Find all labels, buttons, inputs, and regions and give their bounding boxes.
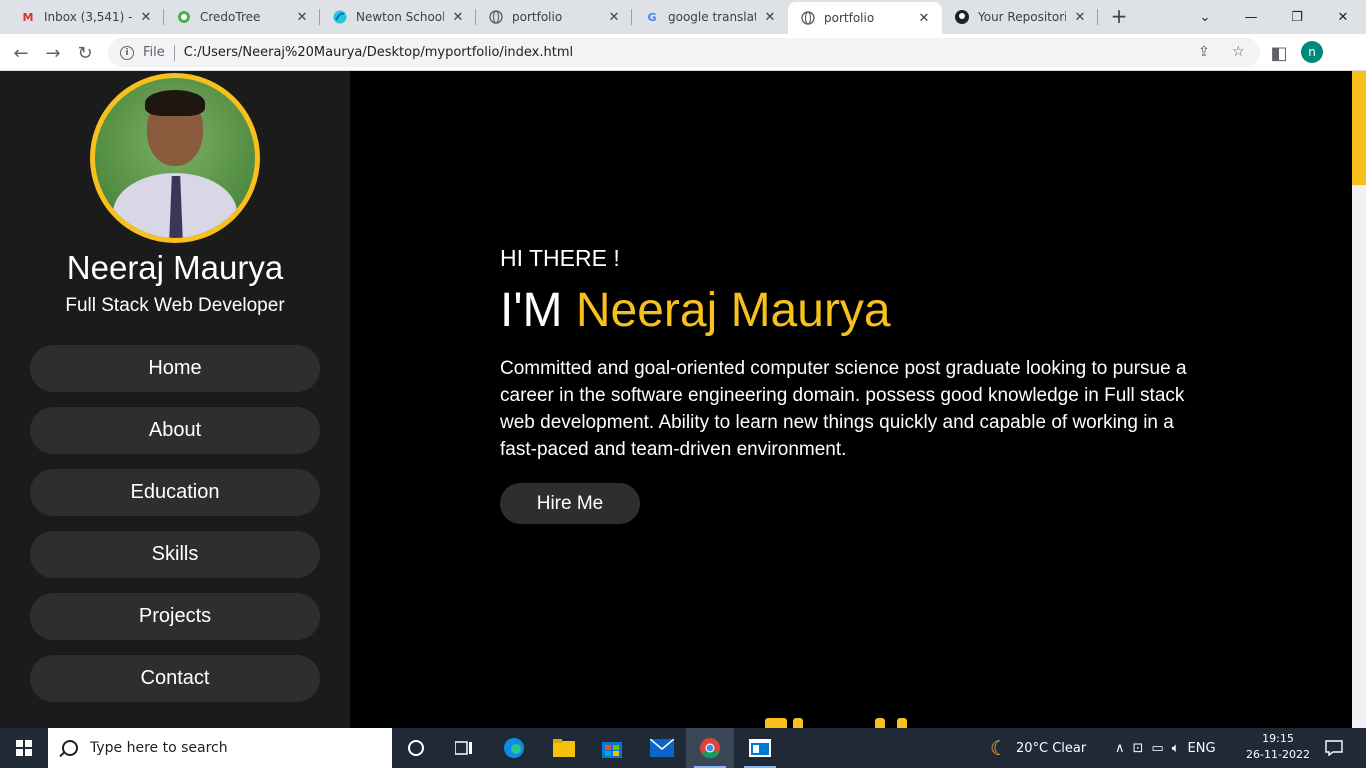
close-icon[interactable]: ✕ xyxy=(762,10,778,25)
close-window-button[interactable]: ✕ xyxy=(1320,0,1366,34)
tab-title: google translate xyxy=(668,10,756,24)
nav-projects[interactable]: Projects xyxy=(30,593,320,640)
microsoft-store-icon[interactable] xyxy=(588,728,636,768)
side-panel-icon[interactable]: ◧ xyxy=(1266,40,1292,66)
hero-heading-prefix: I'M xyxy=(500,284,563,337)
google-icon: G xyxy=(647,10,657,24)
hire-me-button[interactable]: Hire Me xyxy=(500,483,640,524)
tab-title: portfolio xyxy=(824,11,875,25)
restore-button[interactable]: ❐ xyxy=(1274,0,1320,34)
hero-heading-name: Neeraj Maurya xyxy=(575,284,891,337)
network-icon[interactable]: ⊡ xyxy=(1133,741,1144,756)
weather-text: 20°C Clear xyxy=(1015,740,1087,756)
nav-education[interactable]: Education xyxy=(30,469,320,516)
scheme-label: File xyxy=(143,45,165,60)
newton-icon xyxy=(332,9,348,25)
tab-search-button[interactable]: ⌄ xyxy=(1182,0,1228,34)
new-tab-button[interactable]: + xyxy=(1108,5,1130,27)
close-icon[interactable]: ✕ xyxy=(1072,10,1088,25)
language-indicator[interactable]: ENG xyxy=(1188,741,1216,756)
github-icon xyxy=(954,9,970,25)
tab-newton-school[interactable]: Newton School ✕ xyxy=(320,0,476,34)
edge-icon[interactable] xyxy=(490,728,538,768)
hero-heading: I'M Neeraj Maurya xyxy=(500,283,891,338)
url-text[interactable]: C:/Users/Neeraj%20Maurya/Desktop/myportf… xyxy=(184,45,573,60)
chevron-up-icon[interactable]: ∧ xyxy=(1115,741,1125,756)
windows-taskbar: Type here to search ☾ 20°C Clear ∧ ⊡ ▭ 🔈… xyxy=(0,728,1366,768)
task-view-icon[interactable] xyxy=(440,728,488,768)
clock-date: 26-11-2022 xyxy=(1246,748,1310,761)
battery-icon[interactable]: ▭ xyxy=(1151,741,1163,756)
share-icon[interactable]: ⇪ xyxy=(1198,44,1210,60)
weather-widget[interactable]: ☾ 20°C Clear xyxy=(990,728,1086,768)
profile-name: Neeraj Maurya xyxy=(66,249,284,286)
scrollbar-thumb[interactable] xyxy=(1352,71,1366,185)
minimize-button[interactable]: — xyxy=(1228,0,1274,34)
portfolio-page: Neeraj Maurya Full Stack Web Developer H… xyxy=(0,71,1366,728)
windows-start-icon[interactable] xyxy=(0,728,48,768)
tab-title: Newton School xyxy=(356,10,444,24)
hero-bio: Committed and goal-oriented computer sci… xyxy=(500,358,1187,460)
tab-portfolio-active[interactable]: portfolio ✕ xyxy=(788,2,942,34)
address-bar[interactable]: i File C:/Users/Neeraj%20Maurya/Desktop/… xyxy=(108,38,1260,67)
clock-time: 19:15 xyxy=(1262,732,1294,745)
tab-title: portfolio xyxy=(512,10,563,24)
profile-role: Full Stack Web Developer xyxy=(65,295,285,316)
tab-strip: M Inbox (3,541) - ne ✕ CredoTree ✕ Newto… xyxy=(0,0,1366,34)
taskbar-search[interactable]: Type here to search xyxy=(48,728,392,768)
credotree-icon xyxy=(176,9,192,25)
tab-github[interactable]: Your Repositories ✕ xyxy=(942,0,1098,34)
hero-greeting: HI THERE ! xyxy=(500,245,620,271)
close-icon[interactable]: ✕ xyxy=(138,10,154,25)
chrome-taskbar-icon[interactable] xyxy=(686,728,734,768)
close-icon[interactable]: ✕ xyxy=(450,10,466,25)
clock[interactable]: 19:15 26-11-2022 xyxy=(1244,731,1312,763)
speaker-icon[interactable]: 🔈︎ xyxy=(1172,741,1180,756)
nav-home[interactable]: Home xyxy=(30,345,320,392)
close-icon[interactable]: ✕ xyxy=(294,10,310,25)
nav-about[interactable]: About xyxy=(30,407,320,454)
nav-contact[interactable]: Contact xyxy=(30,655,320,702)
file-explorer-icon[interactable] xyxy=(540,728,588,768)
profile-photo xyxy=(90,73,260,243)
tab-title: Inbox (3,541) - ne xyxy=(44,10,132,24)
page-scrollbar[interactable] xyxy=(1352,71,1366,728)
notifications-icon[interactable] xyxy=(1310,728,1358,768)
nav-skills[interactable]: Skills xyxy=(30,531,320,578)
close-icon[interactable]: ✕ xyxy=(916,11,932,26)
browser-toolbar: ← → ↻ i File C:/Users/Neeraj%20Maurya/De… xyxy=(0,34,1366,71)
back-button[interactable]: ← xyxy=(8,40,34,66)
tab-gmail[interactable]: M Inbox (3,541) - ne ✕ xyxy=(8,0,164,34)
profile-avatar[interactable]: n xyxy=(1301,41,1323,63)
cortana-icon[interactable] xyxy=(392,728,440,768)
tab-title: CredoTree xyxy=(200,10,261,24)
forward-button[interactable]: → xyxy=(40,40,66,66)
globe-icon xyxy=(800,10,816,26)
globe-icon xyxy=(488,9,504,25)
mail-icon[interactable] xyxy=(638,728,686,768)
search-icon xyxy=(62,740,78,756)
moon-icon: ☾ xyxy=(990,736,1008,760)
window-app-icon[interactable] xyxy=(736,728,784,768)
tab-google-translate[interactable]: G google translate ✕ xyxy=(632,0,788,34)
tab-portfolio-1[interactable]: portfolio ✕ xyxy=(476,0,632,34)
bookmark-star-icon[interactable]: ☆ xyxy=(1232,44,1245,60)
gmail-icon: M xyxy=(22,10,34,24)
divider xyxy=(173,44,175,61)
tab-credotree[interactable]: CredoTree ✕ xyxy=(164,0,320,34)
close-icon[interactable]: ✕ xyxy=(606,10,622,25)
hero-section: HI THERE ! I'M Neeraj Maurya Committed a… xyxy=(350,71,1352,728)
system-tray: ∧ ⊡ ▭ 🔈︎ ENG xyxy=(1115,728,1216,768)
taskbar-search-placeholder: Type here to search xyxy=(90,740,228,756)
tab-title: Your Repositories xyxy=(978,10,1066,24)
reload-button[interactable]: ↻ xyxy=(72,40,98,66)
next-section-heading-peek xyxy=(765,718,925,728)
info-icon[interactable]: i xyxy=(120,45,134,60)
sidebar: Neeraj Maurya Full Stack Web Developer H… xyxy=(0,71,350,728)
